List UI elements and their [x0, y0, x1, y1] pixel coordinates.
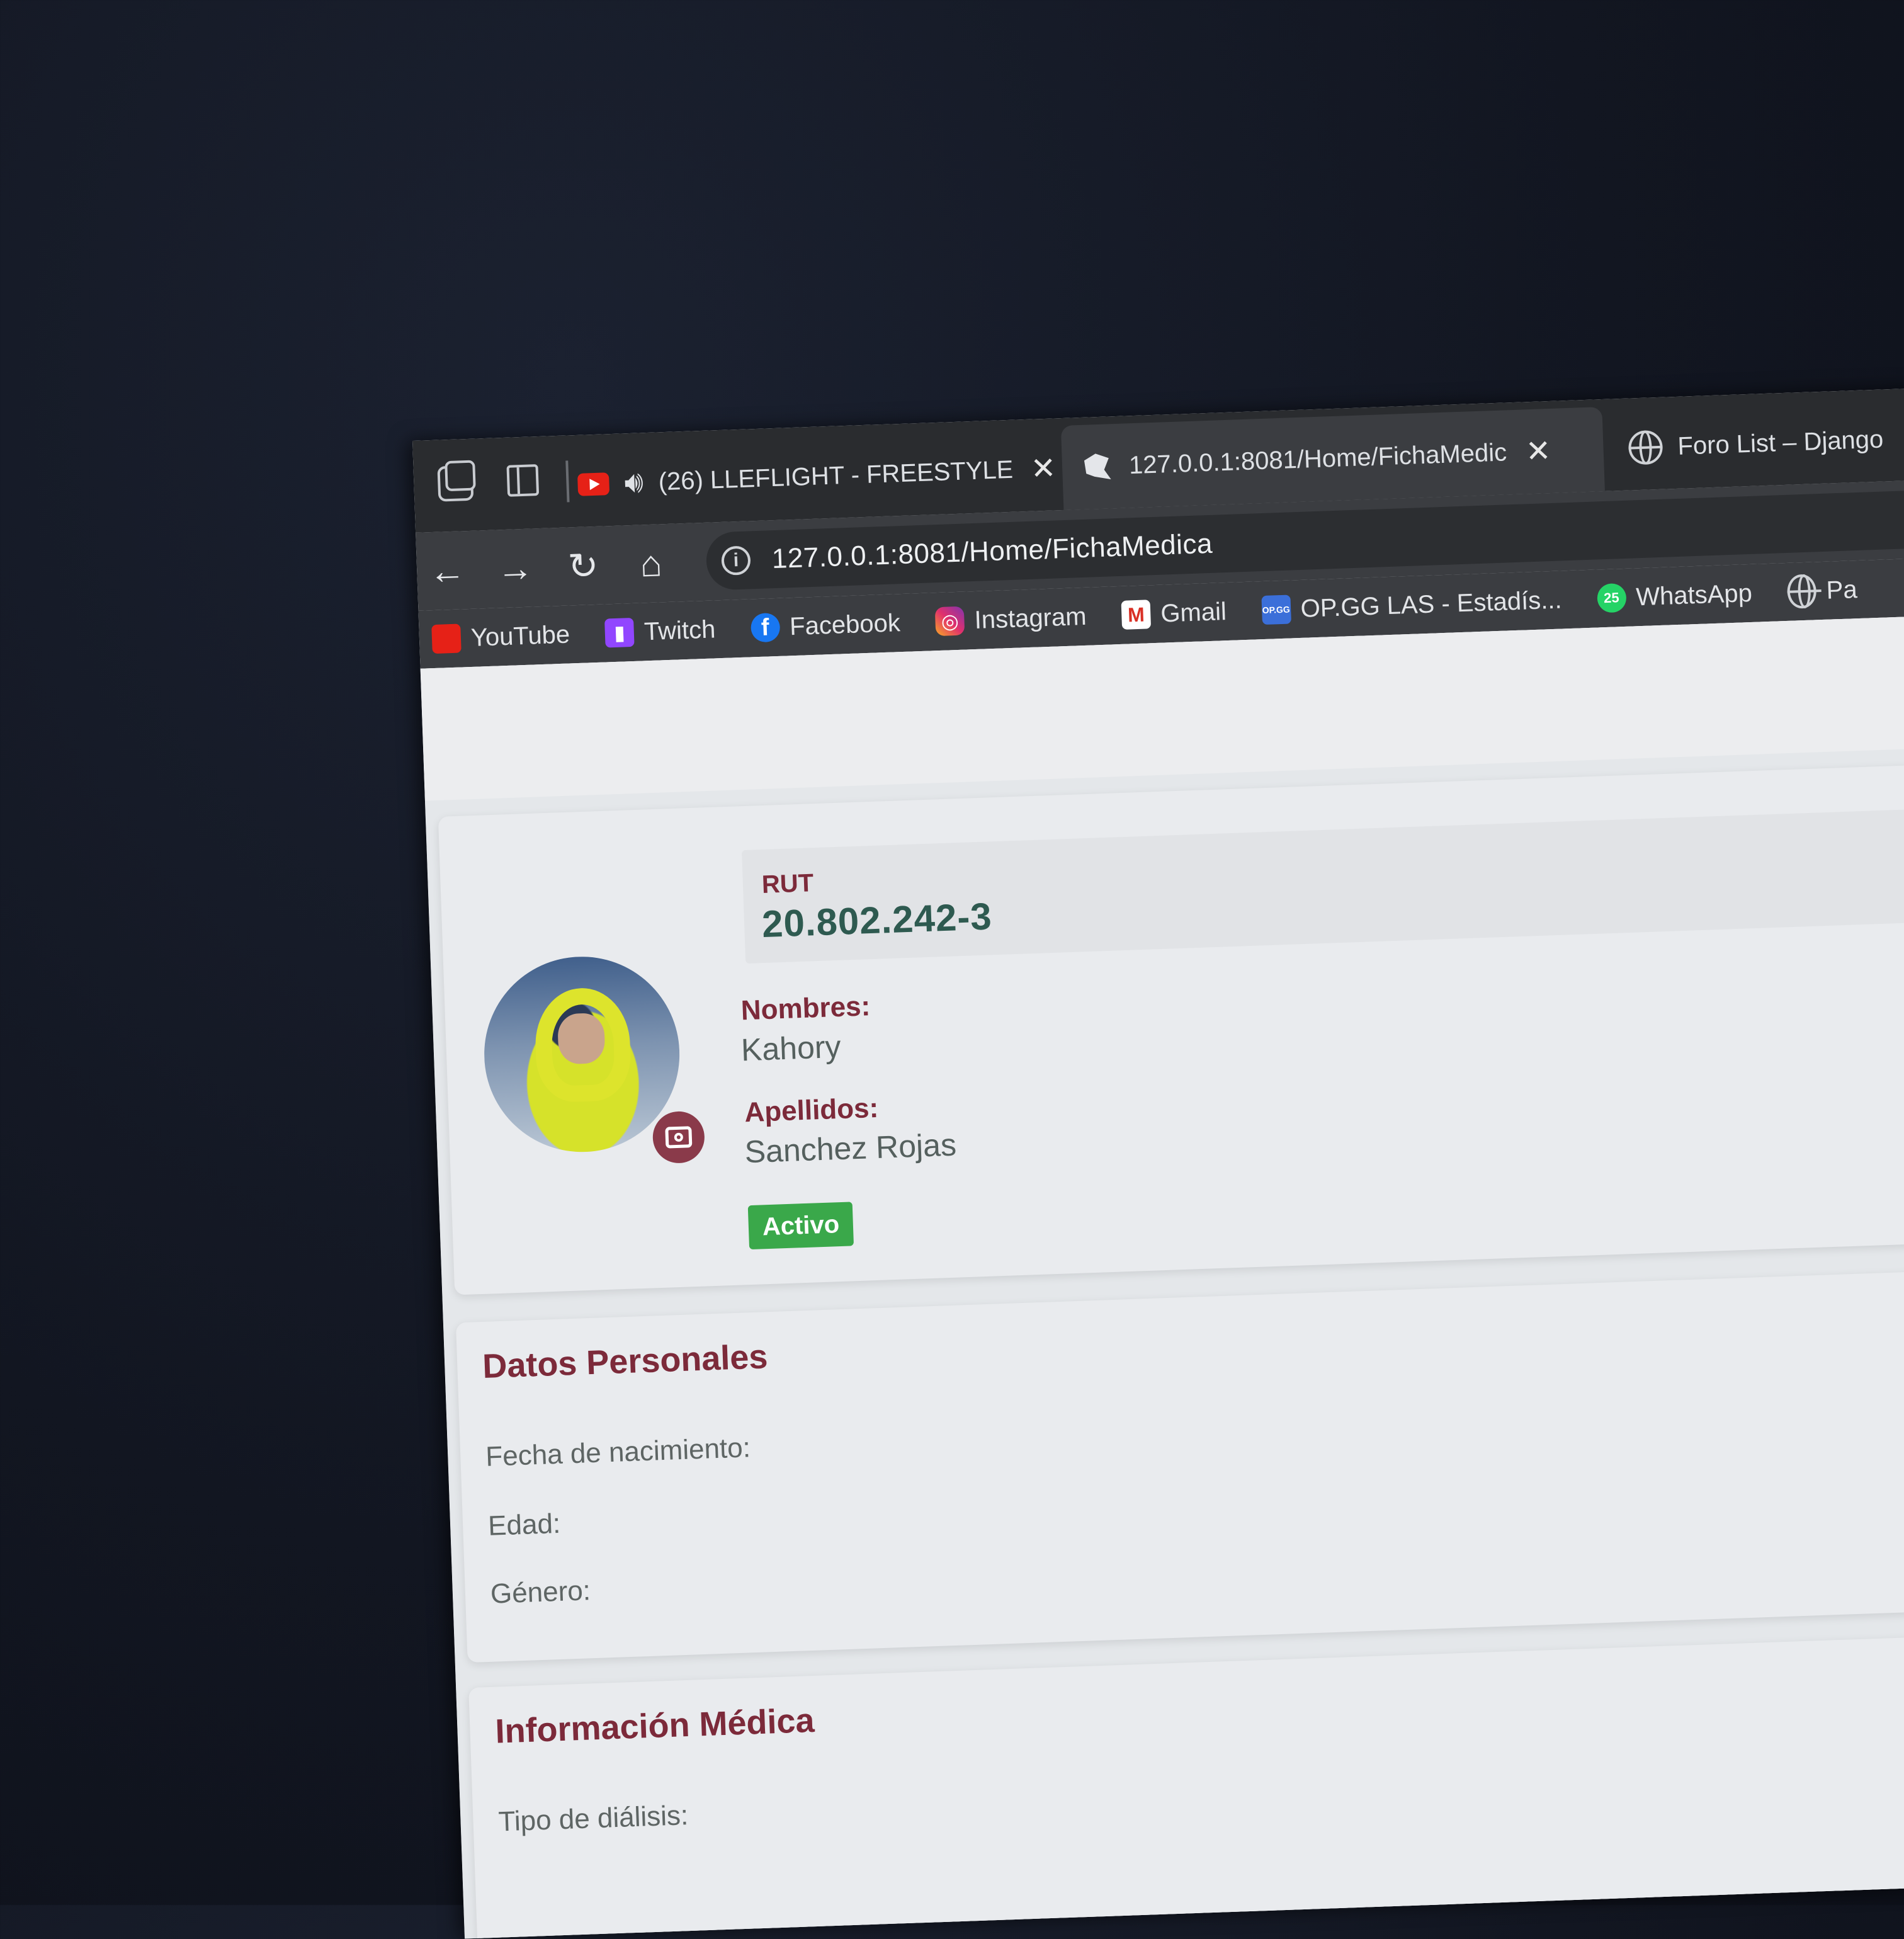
section-title: Datos Personales: [482, 1338, 769, 1385]
bookmark-label: Gmail: [1160, 597, 1227, 628]
instagram-icon: ◎: [934, 606, 965, 637]
rut-value: 20.802.242-3: [761, 895, 993, 946]
django-icon: [1080, 450, 1114, 484]
bookmark-whatsapp[interactable]: 25 WhatsApp: [1596, 579, 1753, 613]
bookmark-label: Instagram: [973, 602, 1087, 634]
tab-foro-list[interactable]: Foro List – Django: [1608, 394, 1904, 491]
bookmark-gmail[interactable]: M Gmail: [1121, 597, 1227, 630]
tab-label: (26) LLEFLIGHT - FREESTYLE: [657, 455, 1012, 496]
status-badge: Activo: [747, 1202, 854, 1250]
medical-info-card: Información Médica Tipo de diálisis:: [468, 1630, 1904, 1939]
bookmark-facebook[interactable]: f Facebook: [750, 608, 901, 643]
gmail-icon: M: [1121, 600, 1152, 630]
bookmark-label: Facebook: [789, 608, 901, 640]
tab-label: 127.0.0.1:8081/Home/FichaMedic: [1128, 438, 1507, 479]
avatar-face: [557, 1012, 606, 1065]
profile-card: RUT 20.802.242-3 Nombres: Kahory Apellid…: [438, 759, 1904, 1295]
bookmark-twitch[interactable]: ▮ Twitch: [604, 615, 717, 648]
close-tab-icon[interactable]: ✕: [1525, 433, 1551, 469]
site-info-icon[interactable]: i: [721, 545, 751, 576]
workspaces-icon[interactable]: [437, 465, 474, 502]
browser-window: 🔊︎ (26) LLEFLIGHT - FREESTYLE ✕ 127.0.0.…: [412, 387, 1904, 1939]
reload-icon[interactable]: ↻: [558, 541, 608, 591]
bookmark-label: WhatsApp: [1635, 579, 1753, 611]
bookmark-instagram[interactable]: ◎ Instagram: [934, 602, 1087, 637]
youtube-icon: [431, 623, 462, 654]
url-text[interactable]: 127.0.0.1:8081/Home/FichaMedica: [771, 528, 1213, 575]
tab-youtube-video[interactable]: 🔊︎ (26) LLEFLIGHT - FREESTYLE ✕: [576, 426, 1057, 526]
facebook-icon: f: [750, 612, 781, 643]
birthdate-label: Fecha de nacimiento:: [485, 1432, 751, 1472]
bookmark-youtube[interactable]: YouTube: [431, 620, 570, 654]
bookmark-label: Twitch: [643, 615, 717, 645]
forward-arrow-icon[interactable]: →: [490, 543, 540, 593]
youtube-icon: [577, 472, 610, 496]
home-icon[interactable]: ⌂: [626, 539, 676, 589]
rut-label: RUT: [761, 869, 814, 899]
bookmark-label: YouTube: [470, 620, 570, 652]
nombres-value: Kahory: [740, 1028, 842, 1068]
globe-icon: [1628, 429, 1663, 465]
tab-label: Foro List – Django: [1677, 424, 1884, 460]
tab-separator: [565, 460, 570, 503]
bookmark-label: Pa: [1825, 575, 1858, 605]
back-arrow-icon[interactable]: ←: [422, 546, 472, 596]
gender-label: Género:: [490, 1575, 591, 1610]
bookmark-opgg[interactable]: OP.GG OP.GG LAS - Estadís...: [1261, 585, 1562, 625]
apellidos-value: Sanchez Rojas: [744, 1127, 957, 1170]
age-label: Edad:: [487, 1508, 561, 1542]
nombres-label: Nombres:: [740, 991, 871, 1026]
bookmark-label: OP.GG LAS - Estadís...: [1300, 585, 1563, 623]
personal-data-card: Datos Personales Fecha de nacimiento: Ed…: [455, 1265, 1904, 1663]
apellidos-label: Apellidos:: [744, 1092, 879, 1129]
close-tab-icon[interactable]: ✕: [1030, 450, 1057, 486]
vertical-tabs-icon[interactable]: [506, 464, 540, 497]
bookmark-pa[interactable]: Pa: [1786, 574, 1858, 609]
page-content: RUT 20.802.242-3 Nombres: Kahory Apellid…: [420, 615, 1904, 1939]
opgg-icon: OP.GG: [1261, 594, 1291, 625]
globe-icon: [1786, 574, 1817, 609]
change-photo-camera-icon[interactable]: [649, 1107, 709, 1168]
dialysis-type-label: Tipo de diálisis:: [497, 1800, 689, 1838]
speaker-icon[interactable]: 🔊︎: [624, 465, 644, 501]
whatsapp-icon: 25: [1596, 583, 1627, 613]
twitch-icon: ▮: [604, 617, 635, 648]
rut-box: RUT 20.802.242-3: [742, 806, 1904, 964]
section-title: Información Médica: [494, 1701, 815, 1751]
